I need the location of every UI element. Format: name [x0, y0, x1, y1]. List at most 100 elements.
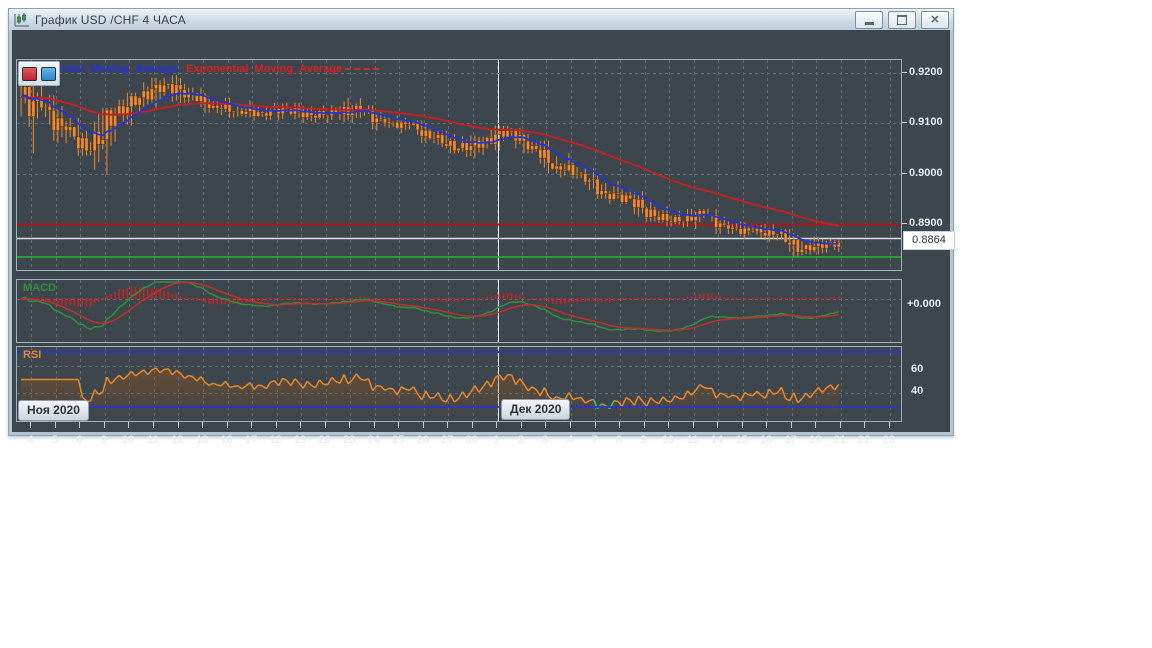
time-tick-mark [888, 422, 890, 428]
price-tick-label: 0.9100 [909, 116, 943, 128]
time-tick-label: 10 [122, 434, 135, 446]
time-tick-label: 23 [882, 434, 896, 446]
time-tick-mark [668, 422, 670, 428]
time-tick-mark [815, 422, 817, 428]
price-panel [16, 59, 902, 271]
time-tick-mark [741, 422, 743, 428]
time-tick-mark [79, 422, 81, 428]
time-tick-label: 4 [27, 434, 34, 446]
time-tick-mark [153, 422, 154, 428]
time-tick-label: 25 [392, 434, 405, 446]
macd-panel [16, 279, 902, 343]
time-tick-mark [496, 422, 498, 428]
minimize-button[interactable] [855, 11, 883, 29]
macd-chart-canvas[interactable] [17, 280, 901, 342]
time-tick-mark [619, 422, 620, 428]
time-tick-label: 12 [171, 434, 184, 446]
time-tick-mark [422, 422, 424, 428]
chart-mini-toolbar [18, 61, 60, 86]
candlestick-chart-icon [14, 12, 29, 26]
time-tick-mark [103, 422, 105, 428]
price-tick-mark [902, 223, 907, 224]
time-tick-mark [349, 422, 351, 428]
time-tick-label: 11 [147, 434, 159, 446]
time-tick-label: 24 [367, 434, 380, 446]
time-tick-mark [447, 422, 449, 428]
window-title: График USD /CHF 4 ЧАСА [35, 12, 186, 27]
red-square-button[interactable] [22, 66, 37, 81]
time-tick-label: 8 [615, 434, 623, 446]
time-tick-mark [471, 422, 473, 428]
time-tick-mark [864, 422, 866, 428]
time-tick-label: 22 [858, 434, 871, 446]
time-tick-mark [226, 422, 228, 428]
window-controls: ✕ [855, 11, 949, 29]
time-tick-label: 5 [51, 434, 58, 446]
time-tick-mark [54, 422, 56, 428]
time-tick-label: 15 [735, 434, 748, 446]
price-tick-mark [902, 72, 907, 73]
maximize-icon [897, 15, 907, 25]
chart-client-area: Exponential_Moving_Average Exponential_Mo… [9, 30, 955, 446]
time-tick-label: 13 [195, 434, 209, 446]
time-tick-label: 10 [661, 434, 675, 446]
time-axis: 4 5 6 9 10 11 12 13 16 17 18 19 20 23 24… [16, 422, 902, 458]
time-tick-label: 14 [710, 434, 724, 446]
time-tick-mark [177, 422, 179, 428]
time-tick-label: 9 [640, 434, 647, 446]
time-tick-label: 2 [517, 434, 524, 446]
price-tick-label: 0.9200 [909, 66, 943, 78]
time-tick-mark [30, 422, 32, 428]
time-tick-mark [300, 422, 302, 428]
chart-window: График USD /CHF 4 ЧАСА ✕ Exponential_Mov… [8, 8, 955, 446]
time-tick-mark [251, 422, 253, 428]
time-tick-label: 30 [465, 434, 478, 446]
time-tick-mark [398, 422, 400, 428]
time-tick-label: 18 [269, 434, 282, 446]
price-chart-canvas[interactable] [17, 60, 901, 270]
time-tick-label: 17 [784, 434, 797, 446]
macd-label: MACD [23, 282, 56, 294]
time-tick-label: 1 [493, 434, 500, 446]
time-tick-mark [717, 422, 719, 428]
price-tick-mark [902, 173, 907, 174]
time-tick-mark [202, 422, 203, 428]
rsi-chart-canvas[interactable] [17, 347, 901, 421]
time-tick-label: 7 [591, 434, 598, 446]
time-tick-mark [520, 422, 522, 428]
blue-square-button[interactable] [41, 66, 56, 81]
maximize-button[interactable] [888, 11, 916, 29]
time-tick-label: 23 [343, 434, 356, 446]
time-tick-label: 4 [566, 434, 574, 446]
time-tick-label: 20 [318, 434, 331, 446]
time-tick-mark [275, 422, 277, 428]
time-tick-label: 19 [293, 434, 307, 446]
time-tick-mark [594, 422, 596, 428]
price-tick-mark [902, 122, 907, 123]
time-tick-mark [570, 422, 571, 428]
current-price-badge: 0.8864 [903, 231, 955, 250]
macd-zero-label: +0.000 [907, 298, 941, 310]
time-tick-mark [373, 422, 375, 428]
time-tick-label: 9 [100, 434, 107, 446]
time-tick-label: 6 [76, 434, 83, 446]
month-badge-nov: Ноя 2020 [18, 400, 89, 421]
title-bar[interactable]: График USD /CHF 4 ЧАСА ✕ [9, 9, 953, 31]
time-tick-mark [790, 422, 792, 428]
ema-slow-legend: Exponential_Moving_Average [186, 63, 343, 75]
close-button[interactable]: ✕ [921, 11, 949, 29]
time-tick-mark [324, 422, 326, 428]
time-tick-label: 11 [686, 434, 699, 446]
time-tick-mark [692, 422, 694, 428]
time-tick-mark [839, 422, 841, 428]
time-tick-mark [766, 422, 768, 428]
rsi-panel [16, 346, 902, 422]
time-tick-label: 26 [416, 434, 429, 446]
ema-slow-line-sample [345, 67, 380, 71]
rsi-tick-label: 40 [911, 385, 924, 397]
time-tick-label: 21 [833, 434, 846, 446]
rsi-tick-label: 60 [911, 363, 924, 375]
minimize-icon [864, 21, 874, 25]
time-tick-mark [643, 422, 645, 428]
price-tick-label: 0.8900 [909, 217, 943, 229]
